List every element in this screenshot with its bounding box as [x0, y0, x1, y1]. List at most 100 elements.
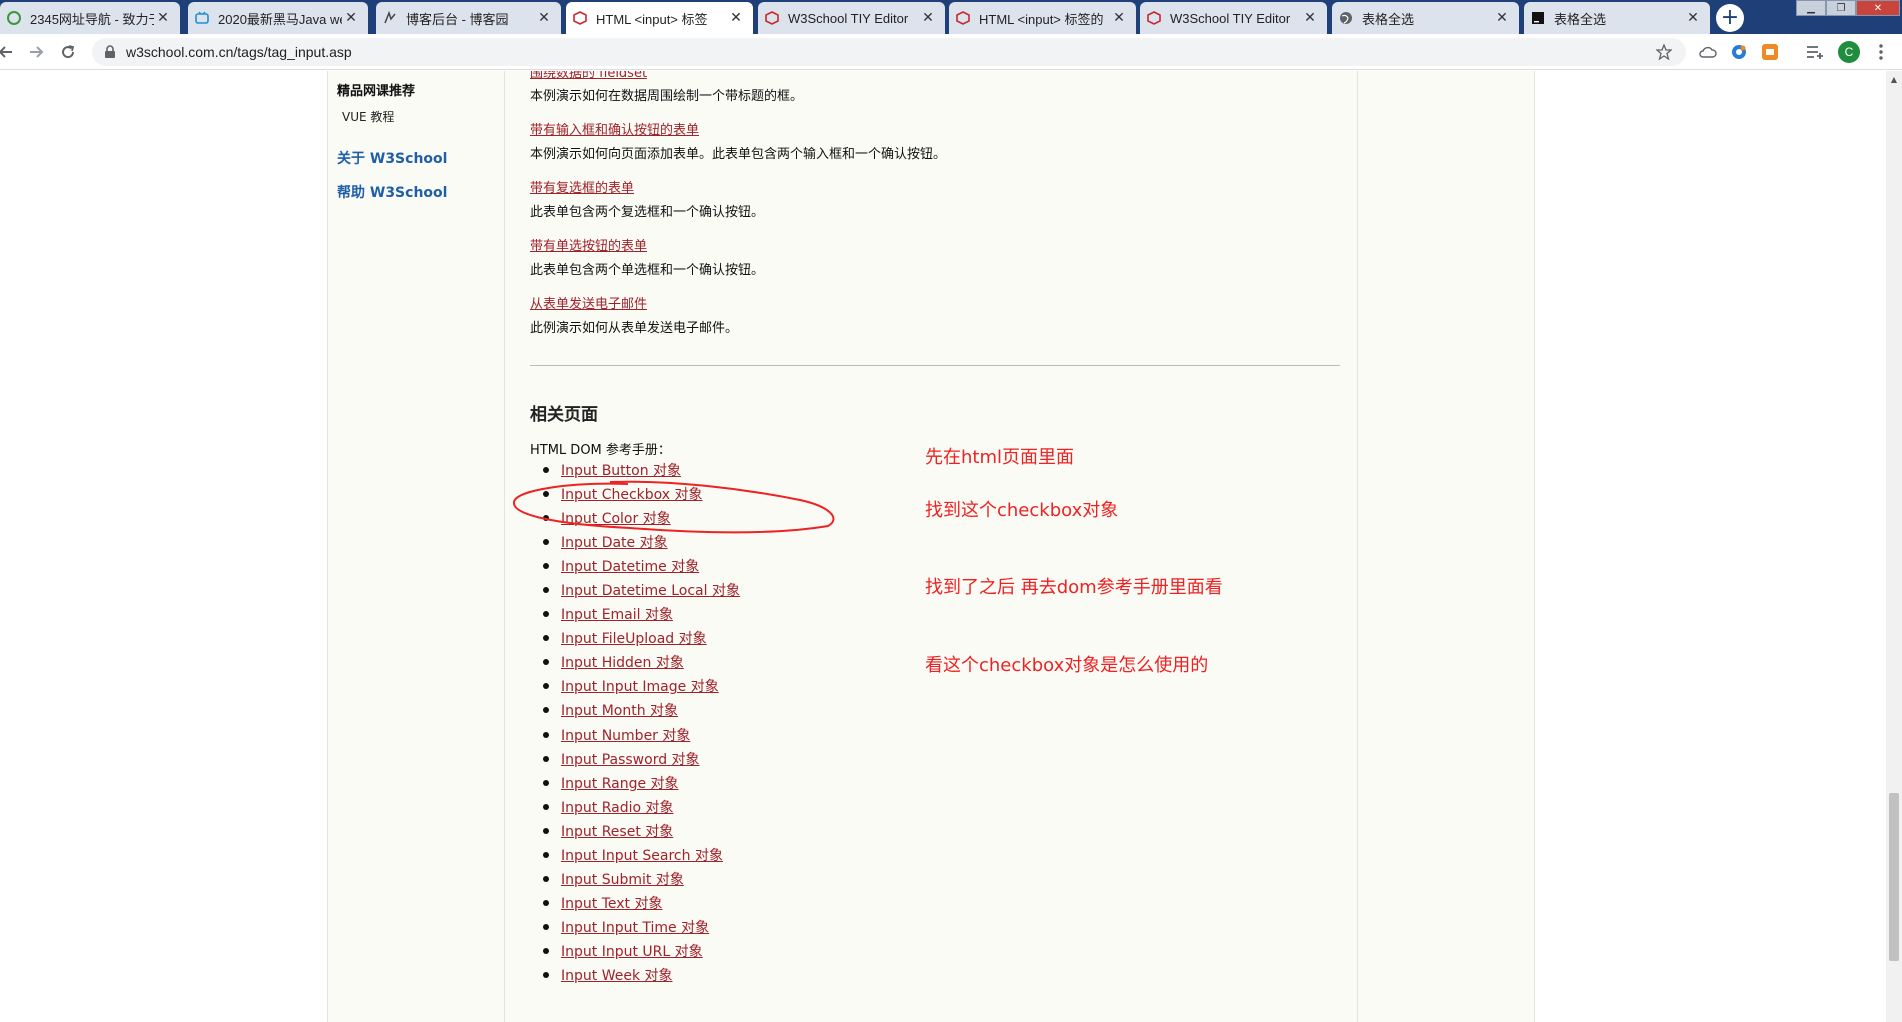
page-scrollbar[interactable]: ▲: [1886, 71, 1902, 1022]
dom-reference-link[interactable]: Input Range 对象: [561, 773, 679, 793]
address-bar[interactable]: w3school.com.cn/tags/tag_input.asp: [92, 38, 1686, 66]
related-pages-heading: 相关页面: [530, 405, 598, 425]
dom-reference-link[interactable]: Input Number 对象: [561, 725, 690, 745]
tab-title: W3School TIY Editor: [788, 10, 909, 26]
bullet-icon: [543, 899, 549, 906]
lock-icon: [105, 45, 115, 58]
close-icon[interactable]: ✕: [535, 9, 553, 27]
bullet-icon: [543, 587, 549, 594]
dom-reference-link[interactable]: Input Input Time 对象: [561, 917, 709, 937]
dom-reference-link[interactable]: Input Week 对象: [561, 965, 673, 985]
dom-reference-link[interactable]: Input Password 对象: [561, 749, 700, 769]
dom-reference-link[interactable]: Input FileUpload 对象: [561, 628, 707, 648]
tab-2345[interactable]: 2345网址导航 - 致力于 ✕: [0, 2, 180, 34]
dom-reference-link[interactable]: Input Input Image 对象: [561, 676, 719, 696]
profile-avatar[interactable]: C: [1838, 41, 1860, 63]
bullet-icon: [543, 779, 549, 786]
list-item: Input Hidden 对象: [543, 650, 740, 674]
list-item: Input Datetime Local 对象: [543, 578, 740, 602]
dom-reference-link[interactable]: Input Datetime 对象: [561, 556, 699, 576]
orange-extension-icon[interactable]: [1761, 43, 1779, 61]
right-sidebar: [1357, 71, 1535, 1022]
dom-reference-link[interactable]: Input Radio 对象: [561, 797, 674, 817]
bullet-icon: [543, 707, 549, 714]
dom-reference-link[interactable]: Input Input Search 对象: [561, 845, 723, 865]
example-description: 本例演示如何在数据周围绘制一个带标题的框。: [530, 89, 804, 104]
tab-title: 表格全选: [1362, 11, 1415, 27]
list-item: Input Input Image 对象: [543, 674, 740, 698]
example-link[interactable]: 带有复选框的表单: [530, 177, 634, 196]
bullet-icon: [543, 851, 549, 858]
minimize-button[interactable]: ▁: [1796, 0, 1826, 16]
tab-title: HTML <input> 标签的: [979, 11, 1104, 27]
list-item: Input Reset 对象: [543, 819, 740, 843]
annotation-circle: [513, 480, 835, 534]
w3school-icon: [764, 10, 780, 26]
tab-table-select-all[interactable]: 表格全选 ✕: [1332, 2, 1519, 34]
bullet-icon: [543, 563, 549, 570]
list-item: Input Password 对象: [543, 747, 740, 771]
browser-toolbar: w3school.com.cn/tags/tag_input.asp C: [0, 34, 1902, 70]
sidebar-link-help[interactable]: 帮助 W3School: [337, 182, 447, 202]
dom-reference-link[interactable]: Input Hidden 对象: [561, 652, 684, 672]
sidebar-link-about[interactable]: 关于 W3School: [337, 148, 447, 168]
list-item: Input Month 对象: [543, 698, 740, 722]
bilibili-icon: [194, 10, 210, 26]
list-item: Input Radio 对象: [543, 795, 740, 819]
close-icon[interactable]: ✕: [727, 9, 745, 27]
w3school-icon: [572, 10, 588, 26]
tab-tiy-editor[interactable]: W3School TIY Editor ✕: [758, 2, 945, 34]
dom-reference-link[interactable]: Input Month 对象: [561, 700, 678, 720]
globe-icon: [1338, 10, 1354, 26]
dom-reference-link[interactable]: Input Submit 对象: [561, 869, 684, 889]
list-item: Input Input URL 对象: [543, 939, 740, 963]
close-icon[interactable]: ✕: [919, 9, 937, 27]
new-tab-button[interactable]: +: [1716, 4, 1744, 32]
sync-extension-icon[interactable]: [1730, 43, 1748, 61]
back-button[interactable]: [0, 40, 18, 64]
dom-reference-link[interactable]: Input Text 对象: [561, 893, 662, 913]
forward-button[interactable]: [24, 40, 48, 64]
bullet-icon: [543, 659, 549, 666]
dom-reference-link[interactable]: Input Datetime Local 对象: [561, 580, 740, 600]
example-link[interactable]: 围绕数据的 fieldset: [530, 71, 647, 81]
dom-reference-link[interactable]: Input Reset 对象: [561, 821, 673, 841]
reload-button[interactable]: [56, 40, 80, 64]
scrollbar-thumb[interactable]: [1889, 793, 1899, 961]
tab-title: W3School TIY Editor: [1170, 10, 1291, 26]
close-icon[interactable]: ✕: [1493, 9, 1511, 27]
reading-list-icon[interactable]: [1806, 43, 1824, 61]
dom-reference-link[interactable]: Input Input URL 对象: [561, 941, 703, 961]
close-icon[interactable]: ✕: [342, 9, 360, 27]
w3school-icon: [955, 10, 971, 26]
tab-html-input-2[interactable]: HTML <input> 标签的 ✕: [949, 2, 1136, 34]
divider: [530, 365, 1340, 366]
close-window-button[interactable]: ✕: [1856, 0, 1900, 16]
sidebar-item-vue[interactable]: VUE 教程: [342, 108, 394, 125]
maximize-button[interactable]: ❐: [1826, 0, 1856, 16]
cloud-extension-icon[interactable]: [1699, 43, 1717, 61]
bookmark-star-icon[interactable]: [1655, 43, 1673, 64]
list-item: Input Input Time 对象: [543, 915, 740, 939]
tab-bilibili[interactable]: 2020最新黑马Java web ✕: [188, 2, 368, 34]
example-description: 此表单包含两个复选框和一个确认按钮。: [530, 205, 765, 220]
list-item: Input Number 对象: [543, 723, 740, 747]
tab-cnblogs[interactable]: 博客后台 - 博客园 ✕: [376, 2, 561, 34]
close-icon[interactable]: ✕: [1684, 9, 1702, 27]
tab-tiy-editor-2[interactable]: W3School TIY Editor ✕: [1140, 2, 1327, 34]
tab-html-input[interactable]: HTML <input> 标签 ✕: [566, 2, 753, 34]
page-content: 精品网课推荐 VUE 教程 关于 W3School 帮助 W3School 围绕…: [0, 71, 1902, 1022]
tab-table-select-all-2[interactable]: 表格全选 ✕: [1524, 2, 1710, 34]
example-link[interactable]: 带有单选按钮的表单: [530, 235, 647, 254]
close-icon[interactable]: ✕: [154, 9, 172, 27]
menu-icon[interactable]: [1872, 43, 1890, 61]
close-icon[interactable]: ✕: [1301, 9, 1319, 27]
example-link[interactable]: 带有输入框和确认按钮的表单: [530, 119, 699, 138]
example-link[interactable]: 从表单发送电子邮件: [530, 293, 647, 312]
url-text: w3school.com.cn/tags/tag_input.asp: [126, 44, 352, 60]
list-item: Input Submit 对象: [543, 867, 740, 891]
close-icon[interactable]: ✕: [1110, 9, 1128, 27]
bullet-icon: [543, 875, 549, 882]
scroll-up-arrow-icon[interactable]: ▲: [1886, 73, 1902, 85]
dom-reference-link[interactable]: Input Email 对象: [561, 604, 673, 624]
